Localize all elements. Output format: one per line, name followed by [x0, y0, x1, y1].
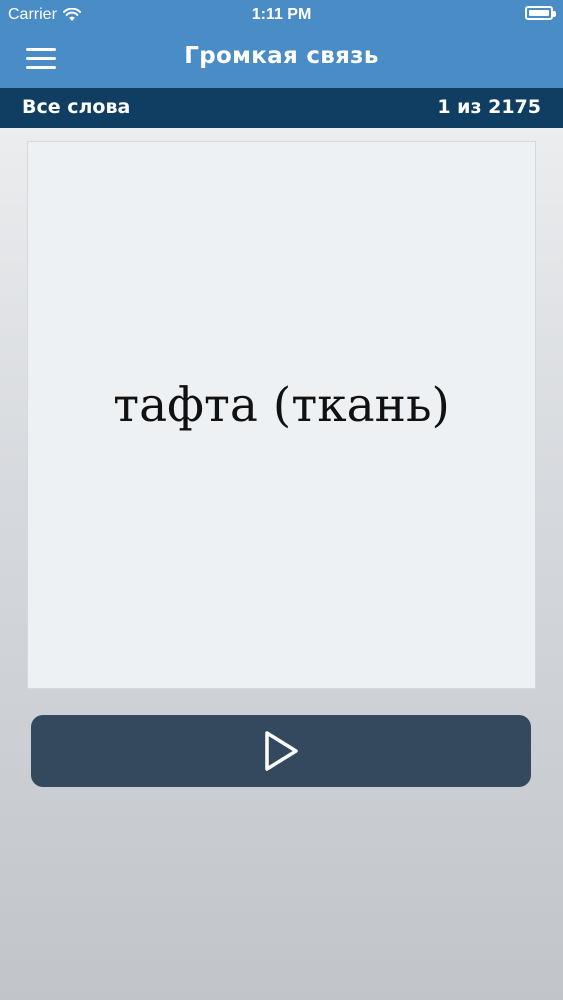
sub-bar: Все слова 1 из 2175: [0, 88, 563, 128]
status-bar: Carrier 1:11 PM: [0, 0, 563, 30]
category-label: Все слова: [22, 96, 131, 118]
flash-card[interactable]: тафта (ткань): [27, 141, 536, 689]
status-time: 1:11 PM: [251, 6, 312, 23]
card-word: тафта (ткань): [113, 377, 450, 433]
nav-bar: Громкая связь: [0, 30, 563, 88]
progress-counter: 1 из 2175: [437, 96, 541, 118]
battery-icon: [525, 6, 556, 20]
play-icon: [265, 731, 298, 771]
status-right: [525, 6, 556, 20]
play-button[interactable]: [31, 715, 531, 787]
page-title: Громкая связь: [184, 43, 379, 69]
battery-fill: [529, 10, 549, 16]
